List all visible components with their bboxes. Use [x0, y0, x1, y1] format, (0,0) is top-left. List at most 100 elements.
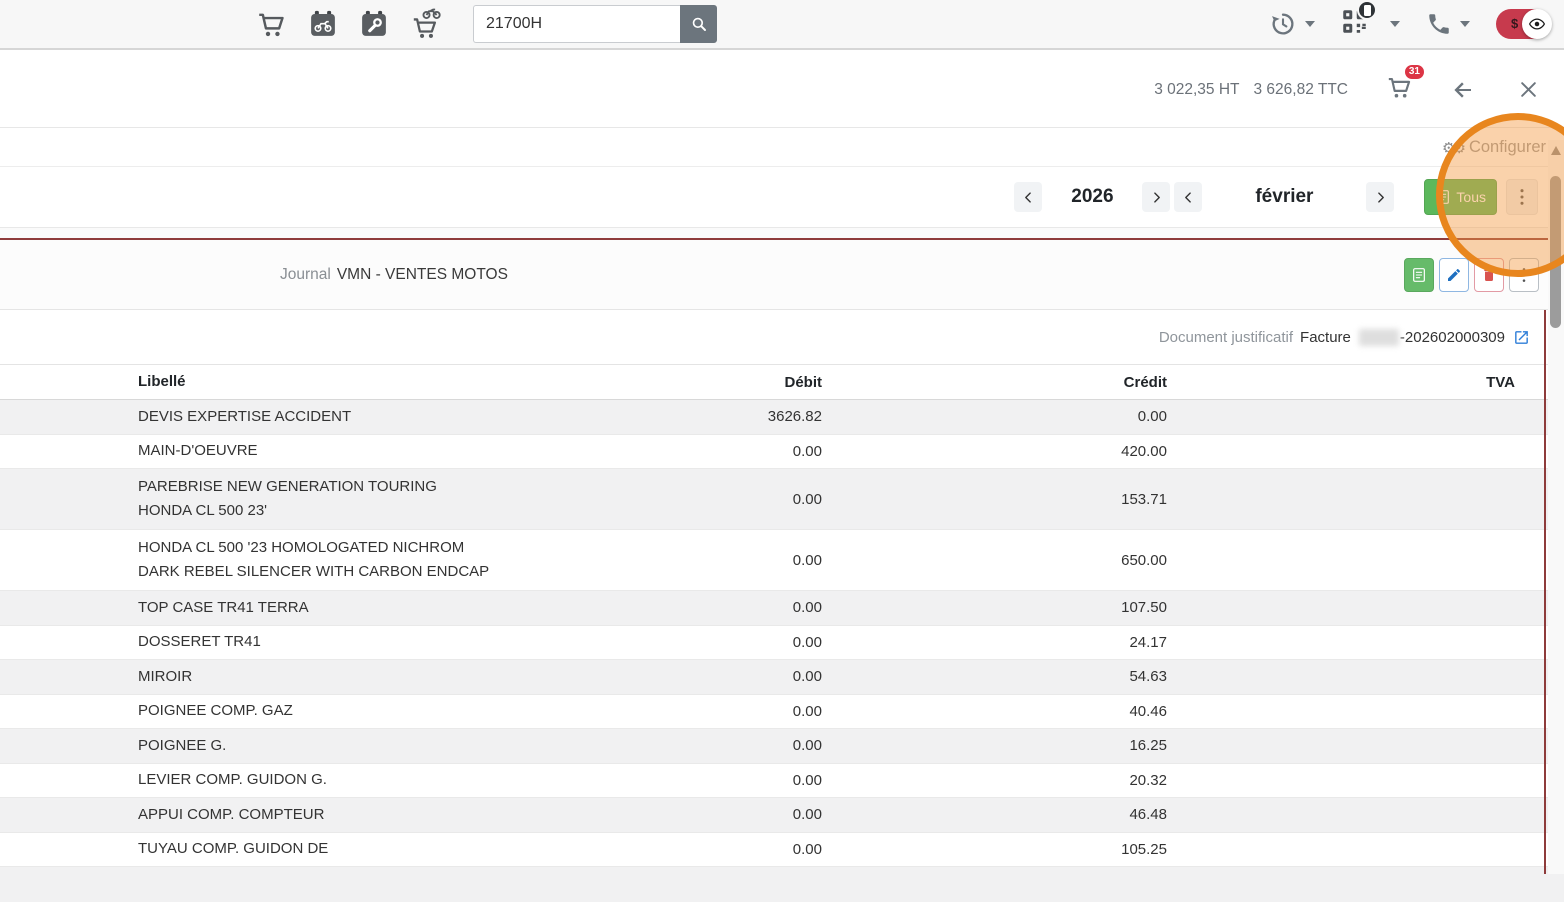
cell-credit: 105.25	[1121, 840, 1167, 858]
configure-row: ⚙︎⚙︎ Configurer	[0, 129, 1564, 167]
show-all-button[interactable]: Tous	[1424, 179, 1497, 215]
history-icon	[1272, 13, 1294, 35]
next-month-button[interactable]	[1366, 182, 1395, 212]
table-body: DEVIS EXPERTISE ACCIDENT 3626.82 0.00 MAIN-…	[0, 400, 1564, 902]
cell-libelle: LEVIER COMP. GUIDON G.	[138, 771, 327, 789]
cell-credit: 420.00	[1121, 442, 1167, 460]
chevron-left-icon	[1025, 191, 1031, 203]
cell-debit: 0.00	[792, 668, 822, 686]
table-row[interactable]: POIGNEE G. 0.00 16.25	[0, 729, 1564, 764]
cell-libelle: MIROIR	[138, 667, 193, 685]
back-button[interactable]	[1451, 78, 1475, 102]
table-row[interactable]: POIGNEE COMP. GAZ 0.00 40.46	[0, 694, 1564, 729]
table-header-row: Libellé Débit Crédit TVA	[0, 365, 1564, 400]
next-year-button[interactable]	[1142, 182, 1171, 212]
configure-label: Configurer	[1468, 138, 1546, 156]
cell-credit: 24.17	[1129, 633, 1167, 651]
open-document-link[interactable]	[1513, 329, 1530, 346]
cart-count-badge: 31	[1403, 63, 1425, 80]
header-debit: Débit	[784, 373, 823, 391]
phone-icon	[1429, 14, 1449, 34]
cell-debit: 0.00	[792, 551, 822, 569]
table-row[interactable]: HONDA CL 500 '23 HOMOLOGATED NICHROM DARK…	[0, 530, 1564, 591]
cart-button[interactable]: 31	[1386, 63, 1425, 106]
cell-debit: 0.00	[792, 840, 822, 858]
period-navigation: 2026 février Tous	[0, 167, 1564, 228]
dollar-glyph: $	[1511, 16, 1519, 31]
scrollbar-thumb[interactable]	[1550, 176, 1561, 328]
journal-view-button[interactable]	[1404, 257, 1434, 292]
table-row[interactable]: MIROIR 0.00 54.63	[0, 660, 1564, 695]
qr-scan-dropdown[interactable]	[1341, 0, 1400, 40]
cell-debit: 0.00	[792, 771, 822, 789]
phone-dropdown[interactable]	[1426, 11, 1470, 37]
cell-credit: 153.71	[1121, 490, 1167, 508]
close-button[interactable]	[1519, 80, 1538, 99]
delete-button[interactable]	[1474, 257, 1504, 292]
cell-libelle: MAIN-D'OEUVRE	[138, 442, 258, 460]
entries-table: Libellé Débit Crédit TVA DEVIS EXPERTISE…	[0, 365, 1564, 902]
journal-label: Journal	[280, 265, 331, 283]
cell-libelle: DEVIS EXPERTISE ACCIDENT	[138, 407, 352, 425]
search-icon	[692, 17, 706, 31]
cart-icon[interactable]	[256, 9, 287, 40]
history-dropdown[interactable]	[1269, 10, 1315, 38]
arrow-left-icon	[1454, 81, 1471, 98]
kebab-icon	[1520, 189, 1524, 205]
separator-strip	[0, 228, 1564, 238]
cart-motorcycle-icon[interactable]	[410, 8, 443, 41]
maroon-vertical-divider	[1544, 310, 1546, 874]
calendar-wrench-icon[interactable]	[359, 9, 389, 39]
document-label: Document justificatif	[1158, 328, 1294, 346]
table-row[interactable]: PAREBRISE NEW GENERATION TOURING HONDA CL…	[0, 469, 1564, 530]
prev-year-button[interactable]	[1014, 182, 1043, 212]
table-row-partial	[0, 867, 1564, 902]
table-row[interactable]: TOP CASE TR41 TERRA 0.00 107.50	[0, 591, 1564, 626]
search-input[interactable]	[473, 5, 680, 43]
chevron-down-icon	[1305, 21, 1315, 27]
external-link-icon	[1515, 330, 1528, 344]
journal-header: Journal VMN - VENTES MOTOS	[0, 240, 1564, 310]
mobile-phone-icon	[1357, 0, 1377, 20]
table-row[interactable]: TUYAU COMP. GUIDON DE 0.00 105.25	[0, 832, 1564, 867]
cell-debit: 0.00	[792, 737, 822, 755]
table-row[interactable]: APPUI COMP. COMPTEUR 0.00 46.48	[0, 798, 1564, 833]
configure-button[interactable]: ⚙︎⚙︎ Configurer	[1442, 138, 1546, 157]
cell-debit: 0.00	[792, 490, 822, 508]
search-button[interactable]	[680, 5, 717, 43]
price-visibility-toggle[interactable]: $	[1496, 9, 1552, 39]
cell-libelle: PAREBRISE NEW GENERATION TOURING HONDA CL…	[138, 478, 437, 519]
cell-libelle: DOSSERET TR41	[138, 633, 261, 651]
total-ttc: 3 626,82 TTC	[1253, 80, 1349, 98]
table-row[interactable]: LEVIER COMP. GUIDON G. 0.00 20.32	[0, 763, 1564, 798]
total-ht: 3 022,35 HT	[1154, 80, 1240, 98]
document-number: -202602000309	[1399, 328, 1505, 346]
show-all-label: Tous	[1456, 189, 1486, 205]
cell-credit: 20.32	[1129, 771, 1167, 789]
redacted-text	[1358, 328, 1399, 346]
cell-debit: 0.00	[792, 442, 822, 460]
kebab-icon	[1522, 267, 1526, 282]
header-credit: Crédit	[1123, 373, 1167, 391]
prev-month-button[interactable]	[1174, 182, 1203, 212]
cell-credit: 54.63	[1129, 668, 1167, 686]
calendar-motorcycle-icon[interactable]	[308, 9, 338, 39]
period-more-options-button[interactable]	[1506, 179, 1538, 215]
scrollbar-up-arrow[interactable]	[1551, 146, 1561, 155]
totals-bar: 3 022,35 HT 3 626,82 TTC 31	[0, 52, 1564, 128]
chevron-left-icon	[1185, 191, 1191, 203]
cell-debit: 0.00	[792, 702, 822, 720]
more-options-button[interactable]	[1509, 257, 1539, 292]
edit-button[interactable]	[1439, 257, 1469, 292]
table-row[interactable]: DEVIS EXPERTISE ACCIDENT 3626.82 0.00	[0, 400, 1564, 435]
cell-debit: 0.00	[792, 806, 822, 824]
table-row[interactable]: DOSSERET TR41 0.00 24.17	[0, 625, 1564, 660]
cell-credit: 40.46	[1129, 702, 1167, 720]
search-group	[473, 5, 717, 43]
cell-debit: 0.00	[792, 599, 822, 617]
table-row[interactable]: MAIN-D'OEUVRE 0.00 420.00	[0, 434, 1564, 469]
chevron-down-icon	[1460, 21, 1470, 27]
journal-name: VMN - VENTES MOTOS	[336, 265, 508, 283]
journal-icon	[1437, 190, 1450, 204]
close-icon	[1521, 82, 1536, 97]
